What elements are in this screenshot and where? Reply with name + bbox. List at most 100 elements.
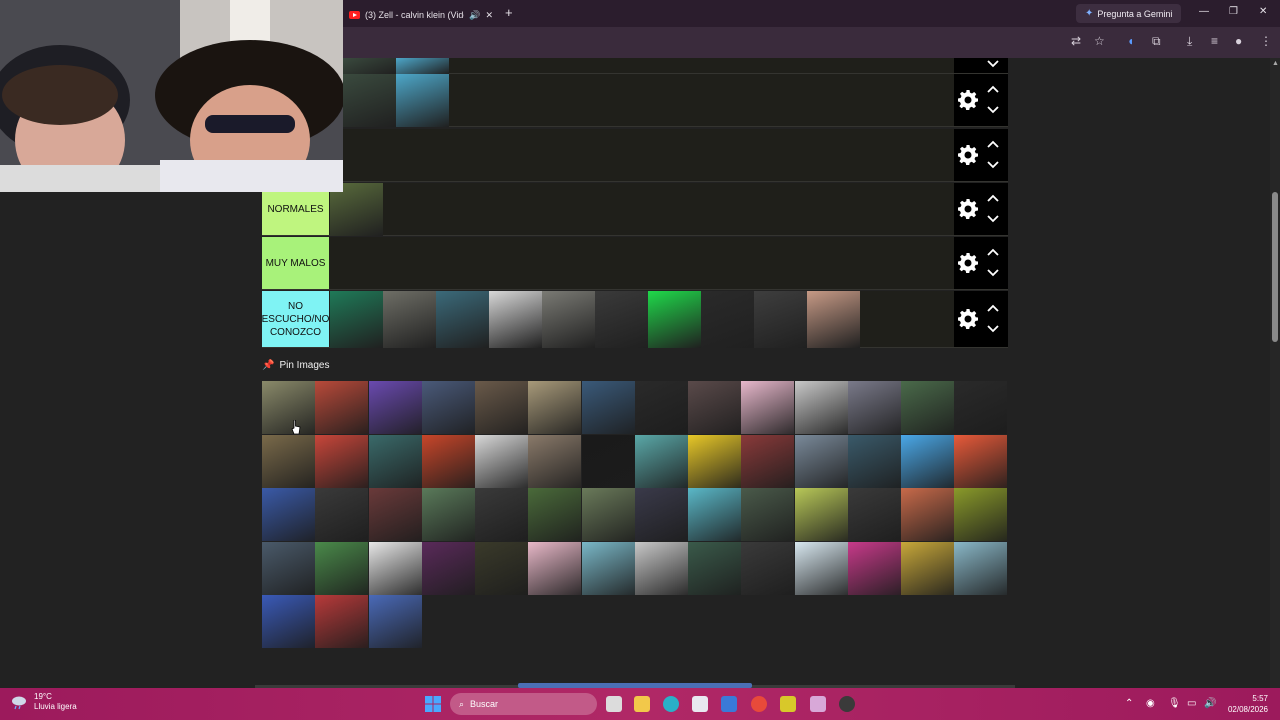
tier-label[interactable]: MUY MALOS <box>262 237 329 289</box>
new-tab-button[interactable]: + <box>505 5 513 20</box>
pin-image[interactable] <box>528 434 582 488</box>
pin-image[interactable] <box>528 381 582 434</box>
pin-image[interactable] <box>421 434 475 488</box>
tier-image[interactable] <box>489 291 542 348</box>
pin-image[interactable] <box>794 434 848 488</box>
pin-image[interactable] <box>901 488 955 541</box>
speaker-icon[interactable]: 🔊 <box>469 10 480 21</box>
pin-image[interactable] <box>688 541 742 595</box>
pin-image[interactable] <box>847 381 901 434</box>
pin-image[interactable] <box>528 488 582 541</box>
pin-image[interactable] <box>581 541 635 595</box>
pin-image[interactable] <box>741 434 795 488</box>
pin-image[interactable] <box>954 541 1008 595</box>
pin-image[interactable] <box>475 434 529 488</box>
game-app-icon[interactable] <box>780 696 796 712</box>
menu-dots-icon[interactable]: ⋮ <box>1260 34 1272 48</box>
pin-image[interactable] <box>581 434 635 488</box>
tier-image[interactable] <box>754 291 807 348</box>
pin-image[interactable] <box>475 381 529 434</box>
obs-icon[interactable] <box>839 696 855 712</box>
pin-image[interactable] <box>847 434 901 488</box>
pin-image[interactable] <box>262 541 315 595</box>
tier-image[interactable] <box>396 74 449 127</box>
close-window-button[interactable]: ✕ <box>1259 6 1267 17</box>
pin-image[interactable] <box>901 434 955 488</box>
volume-icon[interactable]: 🔊 <box>1204 698 1216 709</box>
store-icon[interactable] <box>692 696 708 712</box>
tier-image[interactable] <box>396 58 449 74</box>
chevron-up-icon[interactable] <box>987 248 999 256</box>
pin-image[interactable] <box>741 541 795 595</box>
pin-image[interactable] <box>847 541 901 595</box>
pin-image[interactable] <box>315 488 369 541</box>
pin-image[interactable] <box>634 488 688 541</box>
pin-image[interactable] <box>368 381 422 434</box>
pin-image[interactable] <box>315 434 369 488</box>
tier-image[interactable] <box>343 58 396 74</box>
pin-image[interactable] <box>794 541 848 595</box>
mail-icon[interactable] <box>721 696 737 712</box>
chevron-down-icon[interactable] <box>987 60 999 68</box>
read-aloud-icon[interactable]: ◖ <box>1127 34 1134 48</box>
chevron-up-icon[interactable] <box>987 140 999 148</box>
pin-image[interactable] <box>954 434 1008 488</box>
translate-icon[interactable]: ⇄ <box>1071 34 1081 48</box>
pin-image[interactable] <box>688 381 742 434</box>
tier-image[interactable] <box>542 291 595 348</box>
tier-label[interactable]: NO ESCUCHO/NO CONOZCO <box>262 291 329 347</box>
minimize-button[interactable]: — <box>1199 6 1209 17</box>
taskbar-search[interactable]: ⌕ Buscar <box>450 693 597 715</box>
file-explorer-icon[interactable] <box>634 696 650 712</box>
gemini-button[interactable]: ✦ Pregunta a Gemini <box>1076 4 1182 23</box>
pin-image[interactable] <box>954 488 1008 541</box>
tab-close-icon[interactable]: ✕ <box>485 10 493 21</box>
pin-image[interactable] <box>262 488 315 541</box>
gear-icon[interactable] <box>958 90 978 110</box>
pin-image[interactable] <box>581 488 635 541</box>
pin-image[interactable] <box>794 488 848 541</box>
chevron-up-icon[interactable] <box>987 194 999 202</box>
tray-chevron-icon[interactable]: ⌃ <box>1125 698 1133 709</box>
tier-image[interactable] <box>383 291 436 348</box>
weather-widget[interactable]: 19°C Lluvia ligera <box>10 692 77 712</box>
pin-image[interactable] <box>421 381 475 434</box>
chevron-down-icon[interactable] <box>987 106 999 114</box>
pin-image[interactable] <box>262 434 315 488</box>
scroll-up-arrow-icon[interactable]: ▲ <box>1272 60 1279 67</box>
pin-image[interactable] <box>421 541 475 595</box>
pin-image[interactable] <box>634 381 688 434</box>
pin-image[interactable] <box>634 434 688 488</box>
pin-image[interactable] <box>901 541 955 595</box>
pin-image[interactable] <box>741 488 795 541</box>
restore-button[interactable]: ❐ <box>1229 6 1238 17</box>
chevron-up-icon[interactable] <box>987 304 999 312</box>
gear-icon[interactable] <box>958 253 978 273</box>
pin-image[interactable] <box>634 541 688 595</box>
app-icon[interactable] <box>810 696 826 712</box>
task-view-icon[interactable] <box>606 696 622 712</box>
pin-image[interactable] <box>847 488 901 541</box>
tier-image[interactable] <box>648 291 701 348</box>
pin-image[interactable] <box>315 595 369 648</box>
extensions-icon[interactable]: ⧉ <box>1152 34 1161 49</box>
microphone-icon[interactable]: 🎙 <box>1168 698 1181 709</box>
pin-image[interactable] <box>262 381 315 434</box>
gear-icon[interactable] <box>958 309 978 329</box>
pin-image[interactable] <box>688 488 742 541</box>
pin-image[interactable] <box>368 434 422 488</box>
edge-icon[interactable] <box>663 696 679 712</box>
chevron-down-icon[interactable] <box>987 161 999 169</box>
network-icon[interactable]: ▭ <box>1187 698 1196 709</box>
tray-app-icon[interactable]: ◉ <box>1146 698 1155 709</box>
pin-image[interactable] <box>368 488 422 541</box>
pin-image[interactable] <box>368 541 422 595</box>
pin-image[interactable] <box>475 541 529 595</box>
gear-icon[interactable] <box>958 199 978 219</box>
tier-image[interactable] <box>436 291 489 348</box>
pin-image[interactable] <box>315 541 369 595</box>
pin-image[interactable] <box>581 381 635 434</box>
pin-image[interactable] <box>901 381 955 434</box>
vertical-scroll-thumb[interactable] <box>1272 192 1278 342</box>
chevron-up-icon[interactable] <box>987 85 999 93</box>
